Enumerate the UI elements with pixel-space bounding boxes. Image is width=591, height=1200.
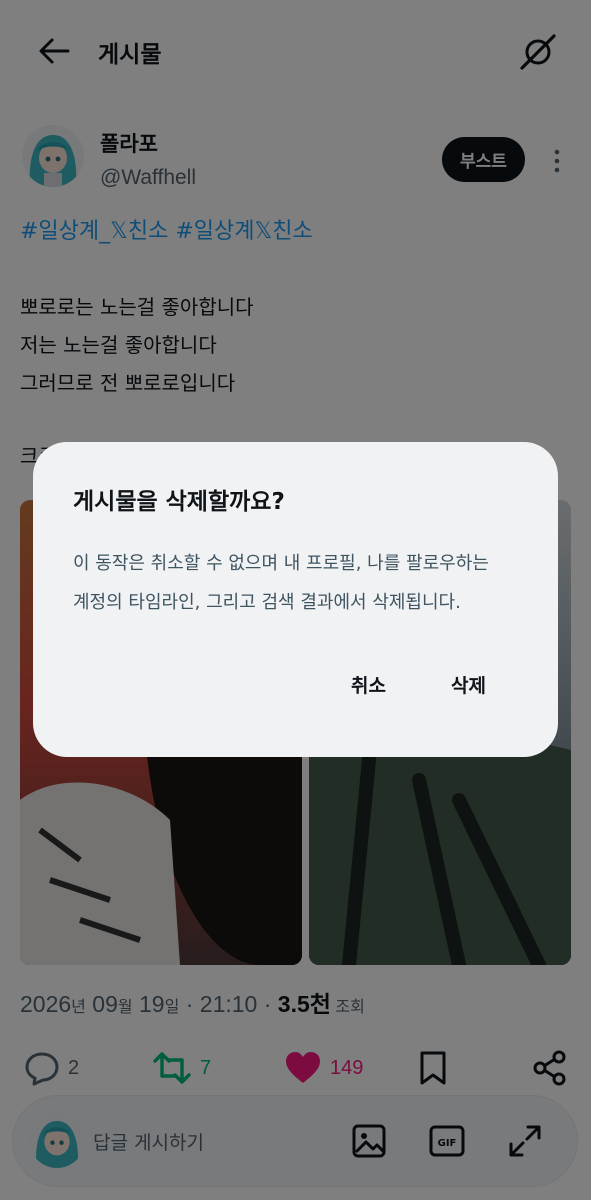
cancel-button[interactable]: 취소: [351, 671, 386, 698]
post-detail-page: 게시물 폴라포 @Waffhell 부스트 #일상계_𝕏친소 #일상계𝕏친소 뽀…: [0, 0, 591, 1200]
dialog-message: 이 동작은 취소할 수 없으며 내 프로필, 나를 팔로우하는 계정의 타임라인…: [73, 553, 489, 613]
dialog-title: 게시물을 삭제할까요?: [73, 489, 285, 515]
delete-confirm-dialog: 게시물을 삭제할까요? 이 동작은 취소할 수 없으며 내 프로필, 나를 팔로…: [33, 442, 558, 757]
delete-button[interactable]: 삭제: [451, 671, 486, 698]
